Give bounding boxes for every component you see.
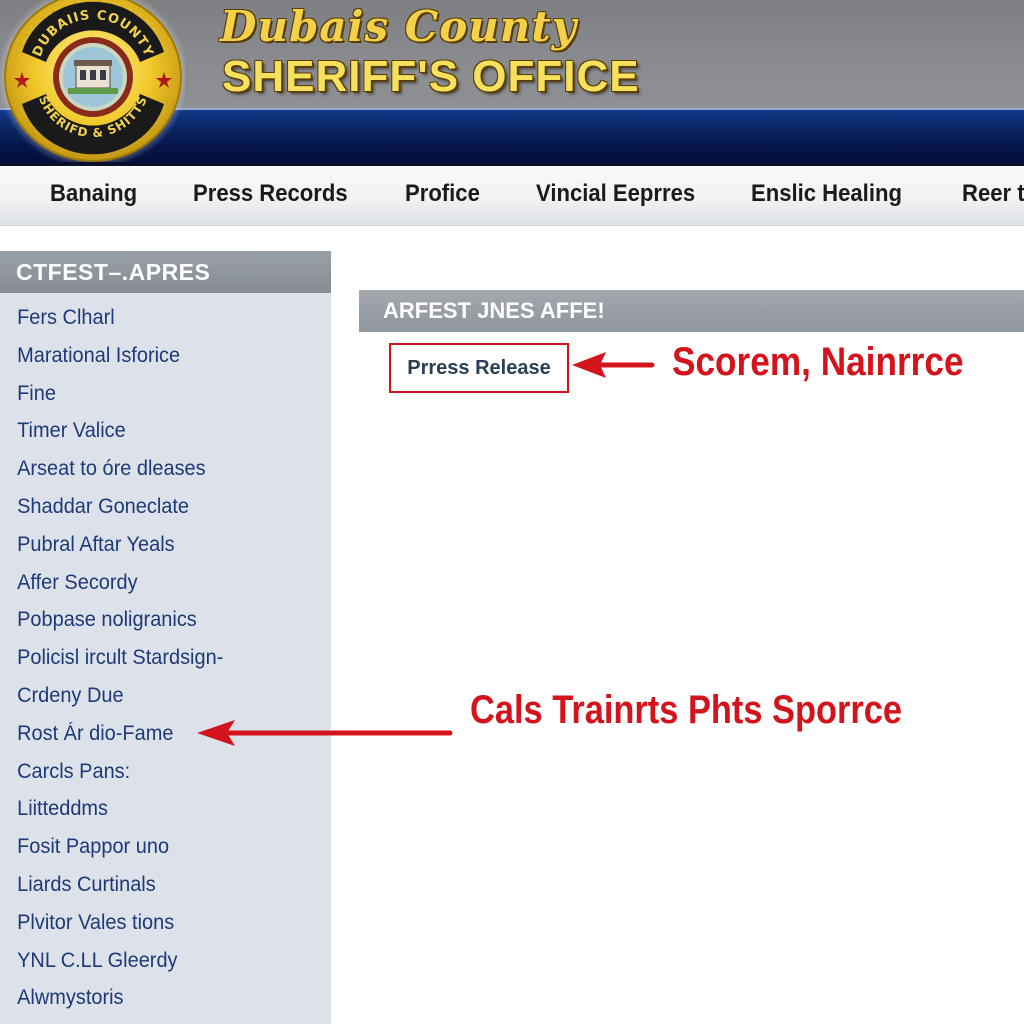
nav-item-vincial-eeprres[interactable]: Vincial Eeprres <box>536 180 695 208</box>
sidebar-item[interactable]: Affer Secordy <box>0 564 314 602</box>
sidebar-list: Fers Clharl Marational Isforice Fine Tim… <box>0 293 331 1017</box>
sidebar-item[interactable]: Policisl ircult Stardsign- <box>0 639 314 677</box>
sidebar-item[interactable]: Shaddar Goneclate <box>0 488 314 526</box>
sheriff-badge-icon[interactable]: DUBAIIS COUNTY SHERIFD & SHITTS <box>0 0 185 162</box>
sidebar-item[interactable]: Fosit Pappor uno <box>0 828 314 866</box>
nav-item-reer[interactable]: Reer t <box>962 180 1024 208</box>
sidebar-item[interactable]: Arseat to óre dleases <box>0 450 314 488</box>
sidebar-item[interactable]: Plvitor Vales tions <box>0 904 314 942</box>
press-release-highlight-box[interactable]: Prress Release <box>389 343 569 393</box>
section-title-bar: ARFEST JNES AFFE! <box>359 290 1024 332</box>
nav-item-banaing[interactable]: Banaing <box>50 180 137 208</box>
annotation-label-top: Scorem, Nainrrce <box>672 340 964 384</box>
annotation-arrow-left-icon <box>572 352 655 378</box>
sidebar-header: CTFEST–.APRES <box>0 251 331 293</box>
annotation-arrow-left-icon <box>197 720 453 746</box>
annotation-label-bottom: Cals Trainrts Phts Sporrce <box>470 688 903 732</box>
sidebar-item[interactable]: Pobpase noligranics <box>0 601 314 639</box>
sidebar-item[interactable]: Fers Clharl <box>0 299 314 337</box>
sidebar-item[interactable]: Alwmystoris <box>0 979 314 1017</box>
nav-item-press-records[interactable]: Press Records <box>193 180 348 208</box>
sidebar-item[interactable]: Crdeny Due <box>0 677 314 715</box>
sidebar-item[interactable]: Marational Isforice <box>0 337 314 375</box>
sidebar-item[interactable]: Liitteddms <box>0 790 314 828</box>
site-title-county: Dubais County <box>220 2 578 51</box>
sidebar: CTFEST–.APRES Fers Clharl Marational Isf… <box>0 251 331 1024</box>
press-release-link[interactable]: Prress Release <box>407 357 550 380</box>
sidebar-item[interactable]: Carcls Pans: <box>0 753 314 791</box>
nav-item-enslic-healing[interactable]: Enslic Healing <box>751 180 902 208</box>
site-header: DUBAIIS COUNTY SHERIFD & SHITTS Dubais C… <box>0 0 1024 166</box>
site-title-office: SHERIFF'S OFFICE <box>222 52 640 101</box>
sidebar-item[interactable]: Pubral Aftar Yeals <box>0 526 314 564</box>
sidebar-item[interactable]: Timer Valice <box>0 412 314 450</box>
sidebar-item[interactable]: Liards Curtinals <box>0 866 314 904</box>
main-nav: Banaing Press Records Profice Vincial Ee… <box>0 166 1024 226</box>
nav-item-profice[interactable]: Profice <box>405 180 480 208</box>
sidebar-item[interactable]: Fine <box>0 375 314 413</box>
sidebar-item[interactable]: YNL C.LL Gleerdy <box>0 942 314 980</box>
